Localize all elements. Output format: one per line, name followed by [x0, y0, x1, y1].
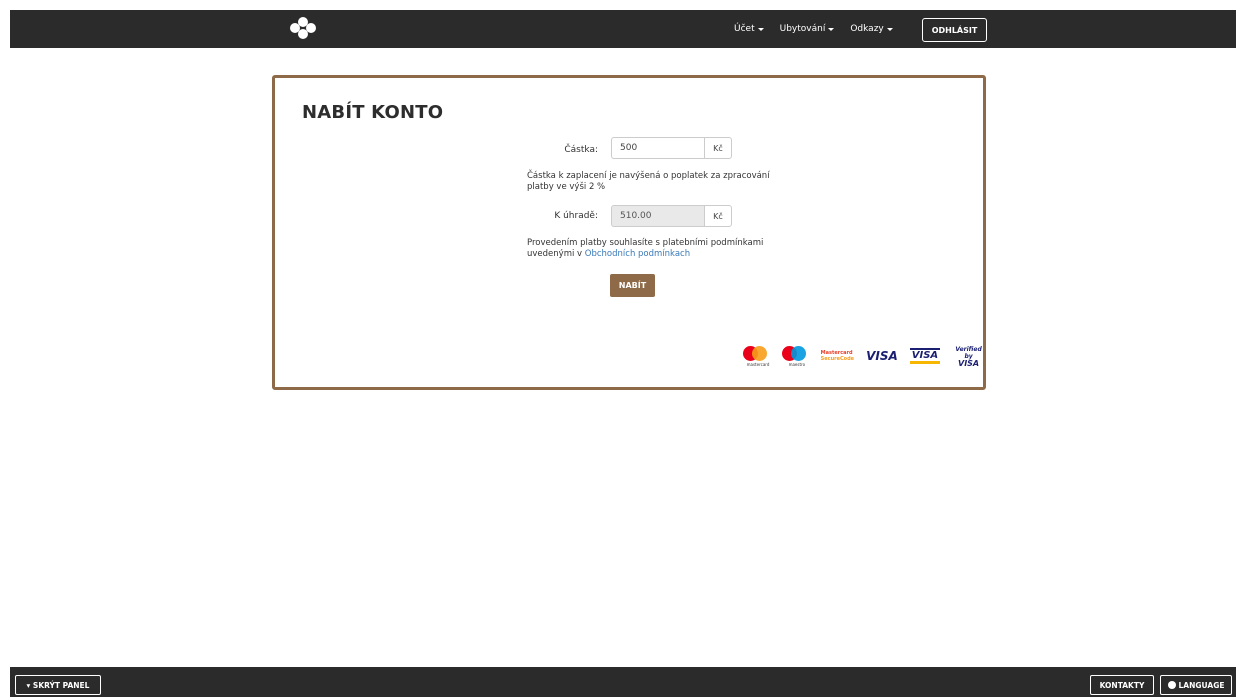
visa-electron-logo: VISA	[909, 348, 941, 364]
caret-down-icon	[757, 27, 764, 31]
terms-link[interactable]: Obchodních podmínkach	[585, 249, 690, 259]
verified-by-visa-logo: Verified by VISA	[952, 345, 985, 368]
mastercard-securecode-logo: Mastercard SecureCode	[821, 350, 854, 362]
currency-addon: Kč	[704, 205, 732, 227]
top-up-card: NABÍT KONTO Částka: 500 Kč Částka k zapl…	[272, 75, 986, 390]
nav-links-label: Odkazy	[850, 24, 884, 34]
visa-logo: VISA	[866, 349, 898, 363]
nav-accommodation[interactable]: Ubytování	[780, 24, 835, 34]
mastercard-logo: mastercard	[743, 344, 770, 368]
maestro-logo: maestro	[781, 344, 809, 368]
page-title: NABÍT KONTO	[302, 102, 444, 123]
caret-down-icon	[828, 27, 835, 31]
maestro-text: maestro	[788, 362, 806, 367]
language-button[interactable]: LANGUAGE	[1160, 675, 1232, 695]
due-amount-field: 510.00	[611, 205, 704, 227]
verified-line-2: VISA	[958, 358, 980, 368]
language-label: LANGUAGE	[1178, 680, 1225, 690]
nav-account-label: Účet	[734, 24, 755, 34]
contacts-button[interactable]: KONTAKTY	[1090, 675, 1154, 695]
top-navbar: Účet Ubytování Odkazy ODHLÁSIT	[10, 10, 1236, 48]
globe-icon	[1167, 681, 1176, 689]
payment-logos: mastercard maestro Mastercard SecureCode…	[743, 343, 985, 369]
logo-icon[interactable]	[290, 15, 316, 41]
securecode-line-2: SecureCode	[820, 356, 855, 362]
terms-note: Provedením platby souhlasíte s platebním…	[527, 238, 797, 260]
main-nav: Účet Ubytování Odkazy	[734, 10, 909, 48]
mastercard-text: mastercard	[746, 362, 770, 367]
amount-input-group: 500 Kč	[611, 137, 732, 159]
due-input-group: 510.00 Kč	[611, 205, 732, 227]
amount-input[interactable]: 500	[611, 137, 704, 159]
logout-button[interactable]: ODHLÁSIT	[922, 18, 987, 42]
hide-panel-button[interactable]: ▾ SKRÝT PANEL	[15, 675, 101, 695]
verified-line-1: Verified by	[955, 345, 982, 360]
currency-addon: Kč	[704, 137, 732, 159]
caret-down-icon	[886, 27, 893, 31]
nav-accommodation-label: Ubytování	[779, 24, 826, 34]
due-label: K úhradě:	[554, 211, 598, 221]
nav-links[interactable]: Odkazy	[850, 24, 893, 34]
amount-label: Částka:	[564, 145, 598, 155]
bottom-bar: ▾ SKRÝT PANEL KONTAKTY LANGUAGE	[10, 667, 1236, 697]
nav-account[interactable]: Účet	[734, 24, 764, 34]
fee-note: Částka k zaplacení je navýšená o poplate…	[527, 171, 770, 192]
pay-button[interactable]: NABÍT	[610, 274, 655, 297]
